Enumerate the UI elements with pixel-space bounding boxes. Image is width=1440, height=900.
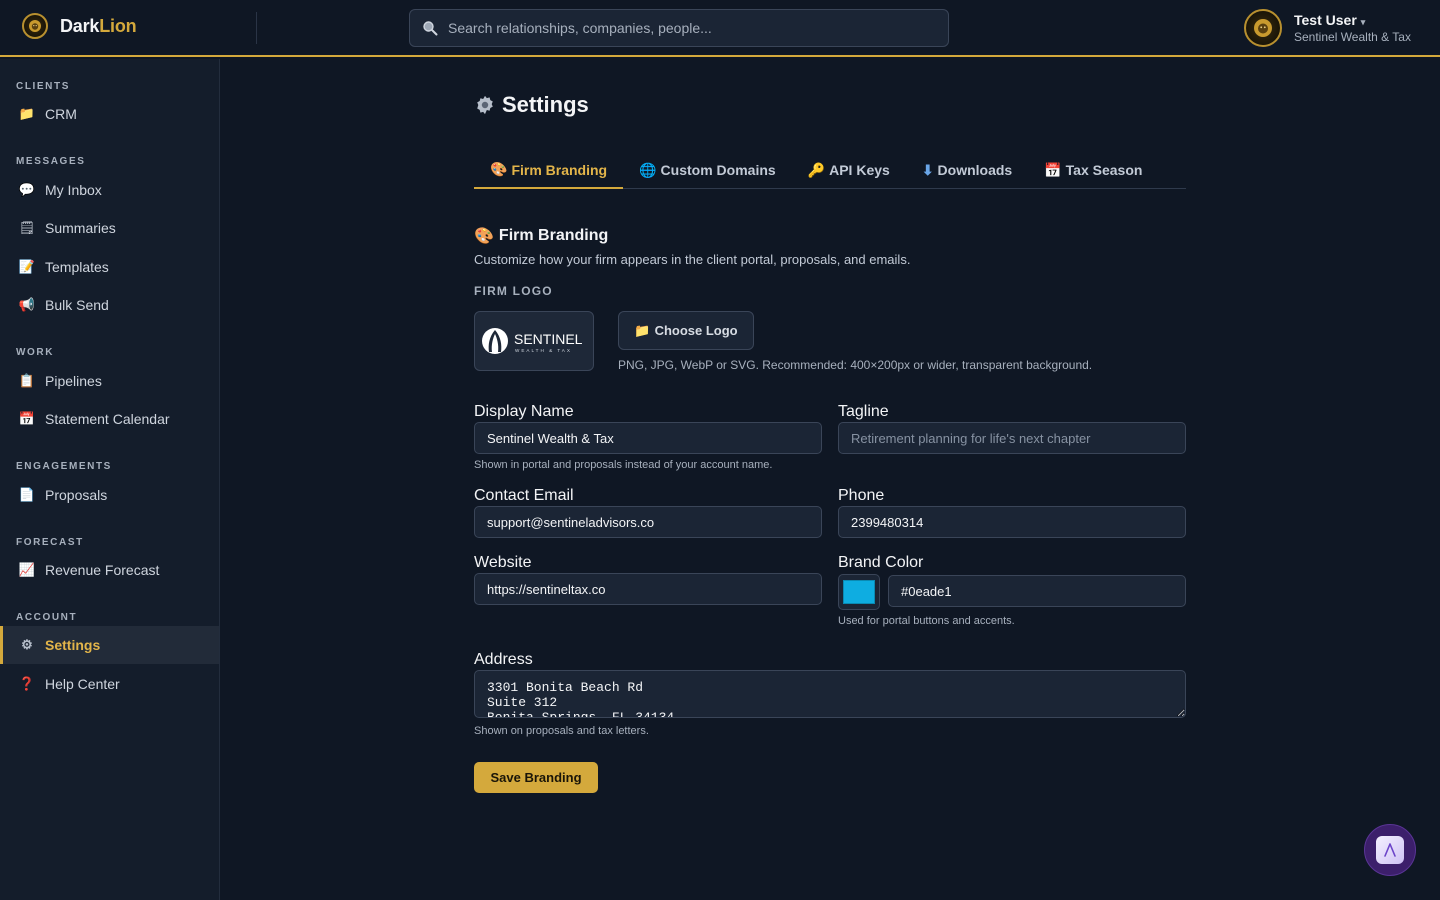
phone-input[interactable] — [838, 506, 1186, 538]
globe-icon: 🌐 — [639, 161, 657, 178]
settings-tabs: 🎨 Firm Branding 🌐 Custom Domains 🔑 API Keys… — [474, 152, 1186, 189]
contact-email-label: Contact Email — [474, 487, 574, 504]
contact-email-input[interactable] — [474, 506, 822, 538]
section-description: Customize how your firm appears in the c… — [474, 252, 911, 267]
key-icon: 🔑 — [807, 161, 826, 178]
folder-icon: 📁 — [18, 106, 36, 121]
tab-api-keys[interactable]: 🔑 API Keys — [792, 152, 906, 188]
firm-logo-preview: SENTINEL WEALTH & TAX — [474, 311, 594, 371]
website-label: Website — [474, 554, 532, 571]
search-input[interactable] — [448, 20, 928, 36]
gear-icon — [477, 95, 493, 115]
display-name-help: Shown in portal and proposals instead of… — [474, 459, 773, 471]
address-help: Shown on proposals and tax letters. — [474, 725, 649, 737]
address-textarea[interactable]: 3301 Bonita Beach Rd Suite 312 Bonita Sp… — [474, 670, 1186, 718]
sidebar-item-templates[interactable]: 📝 Templates — [0, 248, 219, 286]
header-divider — [256, 12, 257, 44]
document-icon: 📄 — [18, 487, 36, 502]
logo-hint: PNG, JPG, WebP or SVG. Recommended: 400×… — [618, 358, 1093, 372]
lion-logo-icon — [22, 13, 48, 39]
sentinel-logo-icon: SENTINEL WEALTH & TAX — [482, 328, 583, 354]
tab-custom-domains[interactable]: 🌐 Custom Domains — [623, 152, 792, 188]
brand-color-label: Brand Color — [838, 554, 924, 571]
brand[interactable]: DarkLion — [22, 13, 137, 39]
brand-color-swatch — [843, 580, 875, 604]
display-name-input[interactable] — [474, 422, 822, 454]
sidebar-section-engagements: ENGAGEMENTS — [16, 461, 112, 472]
sidebar-item-settings[interactable]: ⚙ Settings — [0, 626, 219, 664]
search-icon — [423, 21, 438, 36]
tagline-label: Tagline — [838, 403, 889, 420]
assistant-launcher-button[interactable] — [1364, 824, 1416, 876]
question-mark-icon: ❓ — [18, 676, 36, 691]
search-bar[interactable] — [409, 9, 949, 47]
calendar-icon: 📅 — [1044, 161, 1062, 178]
sidebar: CLIENTS 📁 CRM MESSAGES 💬 My Inbox 🗒 Summari… — [0, 59, 220, 900]
sidebar-item-revenue-forecast[interactable]: 📈 Revenue Forecast — [0, 551, 219, 589]
save-branding-button[interactable]: Save Branding — [474, 762, 598, 793]
folder-icon: 📁 — [634, 322, 651, 338]
palette-icon: 🎨 — [474, 228, 494, 245]
tab-firm-branding[interactable]: 🎨 Firm Branding — [474, 152, 624, 189]
svg-text:SENTINEL: SENTINEL — [514, 331, 583, 347]
assistant-icon — [1376, 836, 1404, 864]
gear-icon: ⚙ — [21, 637, 33, 652]
page-title: Settings — [474, 92, 589, 118]
user-menu[interactable]: Test User ▾ Sentinel Wealth & Tax — [1244, 9, 1411, 47]
sidebar-item-bulk-send[interactable]: 📢 Bulk Send — [0, 286, 219, 324]
tab-tax-season[interactable]: 📅 Tax Season — [1028, 152, 1158, 188]
chart-up-icon: 📈 — [18, 562, 36, 577]
sidebar-item-crm[interactable]: 📁 CRM — [0, 95, 219, 133]
brand-color-input[interactable] — [888, 575, 1186, 607]
download-icon: ⬇ — [921, 161, 934, 178]
sidebar-item-pipelines[interactable]: 📋 Pipelines — [0, 362, 219, 400]
avatar — [1244, 9, 1282, 47]
section-heading: 🎨 Firm Branding — [474, 227, 609, 245]
address-label: Address — [474, 651, 533, 668]
notepad-icon: 🗒 — [18, 220, 36, 235]
clipboard-icon: 📋 — [18, 373, 36, 388]
megaphone-icon: 📢 — [18, 297, 36, 312]
user-org: Sentinel Wealth & Tax — [1294, 30, 1411, 44]
chevron-down-icon: ▾ — [1360, 17, 1366, 27]
top-bar: DarkLion Test User▾ Sentinel Wealth & Ta… — [0, 0, 1440, 57]
sidebar-item-help-center[interactable]: ❓ Help Center — [0, 665, 219, 703]
tab-downloads[interactable]: ⬇ Downloads — [906, 152, 1028, 188]
palette-icon: 🎨 — [490, 161, 508, 177]
sidebar-section-account: ACCOUNT — [16, 612, 78, 623]
display-name-label: Display Name — [474, 403, 574, 420]
tagline-input[interactable] — [838, 422, 1186, 454]
choose-logo-button[interactable]: 📁 Choose Logo — [618, 311, 754, 350]
sidebar-item-statement-calendar[interactable]: 📅 Statement Calendar — [0, 400, 219, 438]
sidebar-section-clients: CLIENTS — [16, 81, 70, 92]
firm-logo-label: FIRM LOGO — [474, 284, 553, 298]
brand-color-picker[interactable] — [838, 574, 880, 610]
sidebar-section-forecast: FORECAST — [16, 537, 84, 548]
sidebar-item-my-inbox[interactable]: 💬 My Inbox — [0, 171, 219, 209]
svg-text:WEALTH & TAX: WEALTH & TAX — [515, 348, 572, 353]
sidebar-section-messages: MESSAGES — [16, 156, 86, 167]
brand-color-help: Used for portal buttons and accents. — [838, 615, 1015, 627]
speech-bubble-icon: 💬 — [18, 182, 36, 197]
sidebar-item-proposals[interactable]: 📄 Proposals — [0, 476, 219, 514]
user-name: Test User ▾ — [1294, 12, 1366, 28]
memo-icon: 📝 — [18, 259, 36, 274]
website-input[interactable] — [474, 573, 822, 605]
brand-name: DarkLion — [60, 15, 137, 36]
calendar-icon: 📅 — [18, 411, 36, 426]
sidebar-section-work: WORK — [16, 347, 55, 358]
phone-label: Phone — [838, 487, 885, 504]
sidebar-item-summaries[interactable]: 🗒 Summaries — [0, 209, 219, 247]
